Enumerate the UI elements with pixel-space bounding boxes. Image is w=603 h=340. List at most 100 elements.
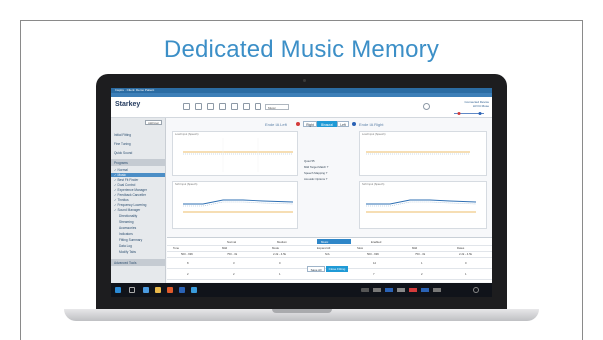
webcam-icon <box>303 79 306 82</box>
save-icon[interactable] <box>207 103 214 110</box>
value-cell[interactable]: 1 <box>421 261 423 265</box>
header-tone[interactable]: Tone <box>173 246 179 250</box>
sidebar-item-fine-tuning[interactable]: Fine Tuning <box>114 142 131 146</box>
value-cell[interactable]: 8 <box>187 261 189 265</box>
sidebar-item-sound-manager[interactable]: ✓ Sound Manager <box>114 208 140 212</box>
sidebar-item-streaming[interactable]: Streaming <box>119 220 134 224</box>
range-cell: 500 - 996 <box>181 252 193 256</box>
app-active-icon[interactable] <box>191 287 197 293</box>
music-notes-icon[interactable] <box>255 103 261 110</box>
tab-left[interactable]: Left <box>337 121 349 127</box>
system-tray[interactable] <box>361 288 461 292</box>
folder-icon[interactable] <box>155 287 161 293</box>
gain-curve-top-left <box>183 138 293 172</box>
range-cell: 750 - 3k <box>415 252 426 256</box>
header-slow[interactable]: Slow <box>357 246 363 250</box>
home-icon[interactable] <box>183 103 190 110</box>
option-acoustic-options[interactable]: Acoustic Options ? <box>304 176 344 182</box>
sidebar-item-music-active[interactable]: ✓ Music <box>111 173 165 177</box>
value-cell[interactable]: 2 <box>421 272 423 276</box>
value-cell[interactable]: 3 <box>233 261 235 265</box>
sidebar-item-data-log[interactable]: Data Log <box>119 244 132 248</box>
sidebar-item-directionality[interactable]: Directionality <box>119 214 137 218</box>
value-cell[interactable]: 1 <box>279 272 281 276</box>
range-cell: 500 - 996 <box>367 252 379 256</box>
program-dropdown[interactable]: Music <box>265 104 289 110</box>
gain-curve-bottom-right <box>366 199 477 213</box>
close-fitting-button[interactable]: Close Fitting <box>326 266 348 272</box>
graph-top-left[interactable]: Loud Input (Speech) <box>172 131 298 176</box>
headset-icon[interactable] <box>423 103 430 110</box>
sidebar-item-best-fit[interactable]: ✓ Best Fit Finder <box>114 178 138 182</box>
sidebar-section-label: Programs <box>114 160 128 165</box>
sidebar-item-modify-tabs[interactable]: Modify Tabs <box>119 250 136 254</box>
header-mild-right[interactable]: Mild <box>412 246 417 250</box>
app-icon[interactable] <box>167 287 173 293</box>
taskbar <box>111 283 492 297</box>
add-user-button[interactable]: Add User <box>145 120 162 125</box>
header-dates[interactable]: Dates <box>457 246 464 250</box>
sidebar-item-advanced-tools[interactable]: Advanced Tools <box>114 261 136 265</box>
sidebar-item-fitting-summary[interactable]: Fitting Summary <box>119 238 142 242</box>
filter-enabled[interactable]: Enabled <box>371 240 381 244</box>
range-cell: 2.2k - 4.5k <box>273 252 287 256</box>
left-ear-indicator-icon <box>296 122 300 126</box>
sidebar-item-accessories[interactable]: Accessories <box>119 226 136 230</box>
laptop-screen: Inspire · Client: Demo Patient Starkey M… <box>111 88 492 297</box>
device-info-line2: LR Fit Muse <box>472 104 489 108</box>
tab-binaural[interactable]: Binaural <box>317 121 337 127</box>
header-mild[interactable]: Mild <box>222 246 227 250</box>
filter-music-selected[interactable]: Music <box>317 239 351 244</box>
tab-right[interactable]: Right <box>303 121 317 127</box>
value-cell[interactable]: 7 <box>373 272 375 276</box>
header-expand-all[interactable]: Expand All <box>317 246 330 250</box>
sidebar-item-frequency-lowering[interactable]: ✓ Frequency Lowering <box>114 203 146 207</box>
sidebar-item-music[interactable]: ✓ Music <box>114 173 126 177</box>
sidebar-item-dual-control[interactable]: ✓ Dual Control <box>114 183 135 187</box>
settings-table: Normal Medium Music Enabled Tone Mild Mo… <box>167 237 492 282</box>
notification-icon[interactable] <box>473 287 479 293</box>
filter-medium[interactable]: Medium <box>277 240 287 244</box>
sidebar-item-experience-manager[interactable]: ✓ Experience Manager <box>114 188 147 192</box>
open-icon[interactable] <box>195 103 202 110</box>
device-status-icon <box>454 112 484 115</box>
gain-curve-bottom-left <box>183 199 294 213</box>
sidebar-item-initial-fitting[interactable]: Initial Fitting <box>114 133 131 137</box>
gain-curve-top-right <box>366 151 470 155</box>
right-ear-label: Ende IA Right <box>359 122 384 127</box>
sidebar-section-advanced: Advanced Tools <box>111 259 165 266</box>
search-icon[interactable] <box>129 287 135 293</box>
sidebar-item-quick-sound[interactable]: Quick Sound <box>114 151 132 155</box>
range-cell: 750 - 3k <box>227 252 238 256</box>
value-cell[interactable]: 2 <box>233 272 235 276</box>
range-cell: N/A <box>325 252 330 256</box>
header-mode[interactable]: Mode <box>272 246 279 250</box>
graph-top-right[interactable]: Loud Input (Speech) <box>359 131 487 176</box>
graph-bottom-left[interactable]: Soft Input (Speech) <box>172 181 298 229</box>
sidebar-item-feedback-canceller[interactable]: ✓ Feedback Canceller <box>114 193 146 197</box>
filter-music[interactable]: Music <box>321 240 328 244</box>
graph-bottom-right[interactable]: Soft Input (Speech) <box>359 181 487 229</box>
toolbar: Starkey Music Connected Device LR Fit Mu… <box>111 97 492 118</box>
music-note-icon[interactable] <box>243 103 250 110</box>
save-all-button[interactable]: Save All <box>307 266 325 272</box>
print-icon[interactable] <box>219 103 226 110</box>
value-cell[interactable]: 12 <box>373 261 376 265</box>
value-cell[interactable]: 0 <box>465 261 467 265</box>
main-content: Ende IA Left Right Binaural Left Ende IA… <box>166 118 492 283</box>
filter-normal[interactable]: Normal <box>227 240 236 244</box>
sidebar-item-normal[interactable]: ✓ Normal <box>114 168 128 172</box>
start-icon[interactable] <box>115 287 121 293</box>
sidebar-item-tinnitus[interactable]: ✓ Tinnitus <box>114 198 129 202</box>
sidebar-item-indicators[interactable]: Indicators <box>119 232 133 236</box>
slide: Dedicated Music Memory Inspire · Client:… <box>0 0 603 340</box>
inspire-app-icon[interactable] <box>179 287 185 293</box>
value-cell[interactable]: 2 <box>187 272 189 276</box>
undo-icon[interactable] <box>231 103 238 110</box>
options-list: Quiet 55 Mild Target Match ? Speech Mapp… <box>304 158 344 182</box>
value-cell[interactable]: 1 <box>465 272 467 276</box>
left-ear-label: Ende IA Left <box>265 122 287 127</box>
edge-icon[interactable] <box>143 287 149 293</box>
value-cell[interactable]: 0 <box>279 261 281 265</box>
laptop-notch <box>272 309 332 313</box>
